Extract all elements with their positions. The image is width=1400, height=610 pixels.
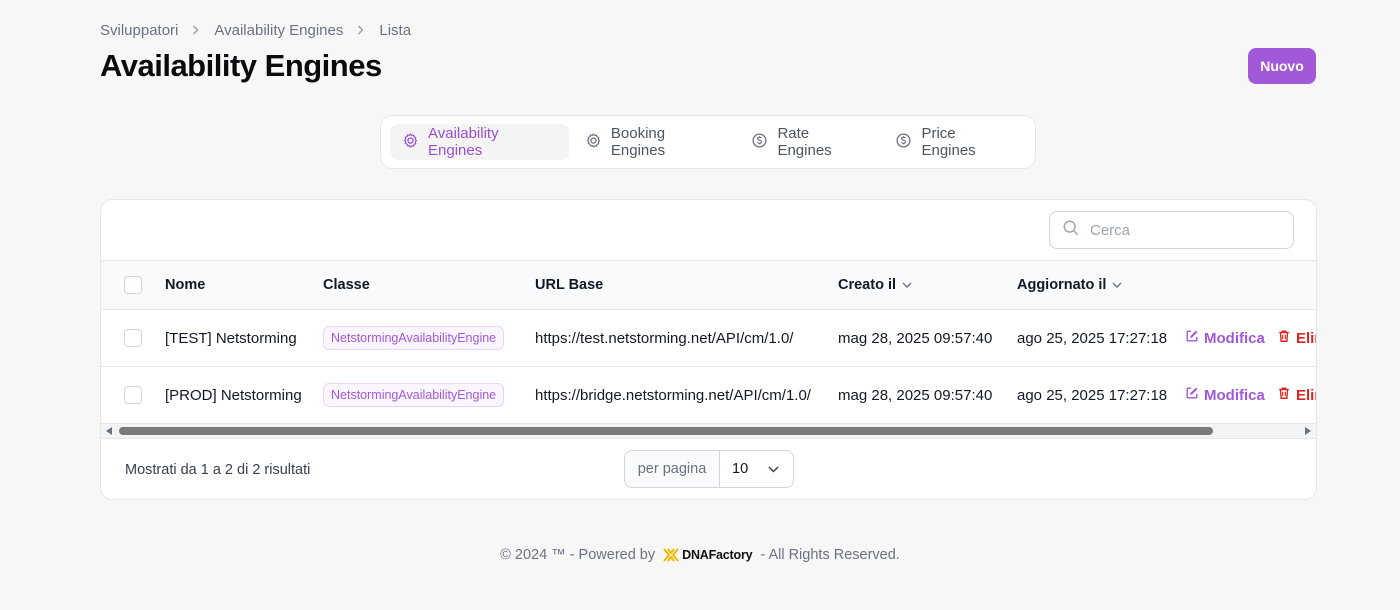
column-header-aggiornato-il[interactable]: Aggiornato il <box>1017 261 1122 309</box>
cog-icon <box>402 132 419 153</box>
edit-label: Modifica <box>1204 329 1265 347</box>
tab-label: Availability Engines <box>428 125 499 159</box>
tab-label: Price Engines <box>921 125 976 159</box>
cell-creato-il: mag 28, 2025 09:57:40 <box>838 329 993 347</box>
footer-rights: - All Rights Reserved. <box>760 547 900 563</box>
column-header-nome: Nome <box>165 277 206 293</box>
cog-icon <box>585 132 602 153</box>
delete-label: Elimina <box>1296 329 1316 347</box>
tab-label: Booking Engines <box>610 125 666 159</box>
chevron-down-icon <box>902 282 912 288</box>
chevron-down-icon <box>1112 282 1122 288</box>
edit-icon <box>1185 386 1199 404</box>
delete-label: Elimina <box>1296 386 1316 404</box>
engine-tabs: Availability Engines Booking Engines Rat… <box>380 115 1036 169</box>
scroll-left-arrow-icon[interactable] <box>106 427 112 435</box>
class-badge: NetstormingAvailabilityEngine <box>323 326 505 350</box>
row-checkbox[interactable] <box>124 329 142 347</box>
breadcrumb-item-sviluppatori[interactable]: Sviluppatori <box>100 22 178 39</box>
page-title: Availability Engines <box>100 48 382 83</box>
dnafactory-logo-icon <box>663 548 679 562</box>
dnafactory-logo[interactable]: DNAFactory <box>663 548 753 562</box>
column-header-label: Creato il <box>838 277 897 293</box>
select-all-checkbox[interactable] <box>124 276 142 294</box>
footer-copyright: © 2024 ™ - Powered by <box>500 547 656 563</box>
tab-label: Rate Engines <box>777 125 832 159</box>
footer-brand: DNAFactory <box>682 548 753 562</box>
per-page-label: per pagina <box>625 451 720 487</box>
trash-icon <box>1277 386 1291 404</box>
column-header-classe: Classe <box>323 277 370 293</box>
delete-button[interactable]: Elimina <box>1277 329 1316 347</box>
search-input[interactable] <box>1090 221 1280 239</box>
chevron-down-icon <box>768 461 779 477</box>
row-checkbox[interactable] <box>124 386 142 404</box>
edit-button[interactable]: Modifica <box>1185 386 1265 404</box>
cell-nome: [TEST] Netstorming <box>165 329 297 347</box>
trash-icon <box>1277 329 1291 347</box>
chevron-right-icon <box>192 25 200 35</box>
breadcrumb-item-availability-engines[interactable]: Availability Engines <box>214 22 343 39</box>
cell-aggiornato-il: ago 25, 2025 17:27:18 <box>1017 386 1168 404</box>
results-count: Mostrati da 1 a 2 di 2 risultati <box>125 462 311 478</box>
scrollbar-thumb[interactable] <box>119 427 1213 435</box>
column-header-label: Aggiornato il <box>1017 277 1107 293</box>
cell-url-base: https://bridge.netstorming.net/API/cm/1.… <box>535 386 811 404</box>
table-header: Nome Classe URL Base Creato il Aggiornat… <box>101 260 1316 310</box>
new-button[interactable]: Nuovo <box>1248 48 1316 84</box>
table-row: [TEST] Netstorming NetstormingAvailabili… <box>101 310 1316 367</box>
breadcrumb: Sviluppatori Availability Engines Lista <box>100 20 411 40</box>
per-page-select[interactable]: per pagina 10 <box>624 450 794 488</box>
column-header-creato-il[interactable]: Creato il <box>838 261 912 309</box>
tab-price-engines[interactable]: Price Engines <box>883 124 1026 160</box>
dollar-icon <box>895 132 912 153</box>
dollar-icon <box>751 132 768 153</box>
edit-button[interactable]: Modifica <box>1185 329 1265 347</box>
site-footer: © 2024 ™ - Powered by DNAFactory - All R… <box>0 547 1400 563</box>
table-footer: Mostrati da 1 a 2 di 2 risultati per pag… <box>101 438 1316 499</box>
table-row: [PROD] Netstorming NetstormingAvailabili… <box>101 367 1316 424</box>
horizontal-scrollbar[interactable] <box>101 424 1316 438</box>
search-box[interactable] <box>1049 211 1294 249</box>
class-badge: NetstormingAvailabilityEngine <box>323 383 505 407</box>
search-icon <box>1062 219 1080 242</box>
cell-nome: [PROD] Netstorming <box>165 386 302 404</box>
tab-availability-engines[interactable]: Availability Engines <box>390 124 569 160</box>
scroll-right-arrow-icon[interactable] <box>1305 427 1311 435</box>
table-card: Nome Classe URL Base Creato il Aggiornat… <box>100 199 1317 500</box>
tab-booking-engines[interactable]: Booking Engines <box>573 124 736 160</box>
per-page-value: 10 <box>732 461 749 477</box>
breadcrumb-item-lista: Lista <box>379 21 412 39</box>
delete-button[interactable]: Elimina <box>1277 386 1316 404</box>
cell-url-base: https://test.netstorming.net/API/cm/1.0/ <box>535 329 794 347</box>
edit-icon <box>1185 329 1199 347</box>
cell-aggiornato-il: ago 25, 2025 17:27:18 <box>1017 329 1168 347</box>
chevron-right-icon <box>357 25 365 35</box>
edit-label: Modifica <box>1204 386 1265 404</box>
cell-creato-il: mag 28, 2025 09:57:40 <box>838 386 993 404</box>
column-header-url-base: URL Base <box>535 277 604 293</box>
per-page-dropdown[interactable]: 10 <box>720 451 793 487</box>
tab-rate-engines[interactable]: Rate Engines <box>739 124 879 160</box>
